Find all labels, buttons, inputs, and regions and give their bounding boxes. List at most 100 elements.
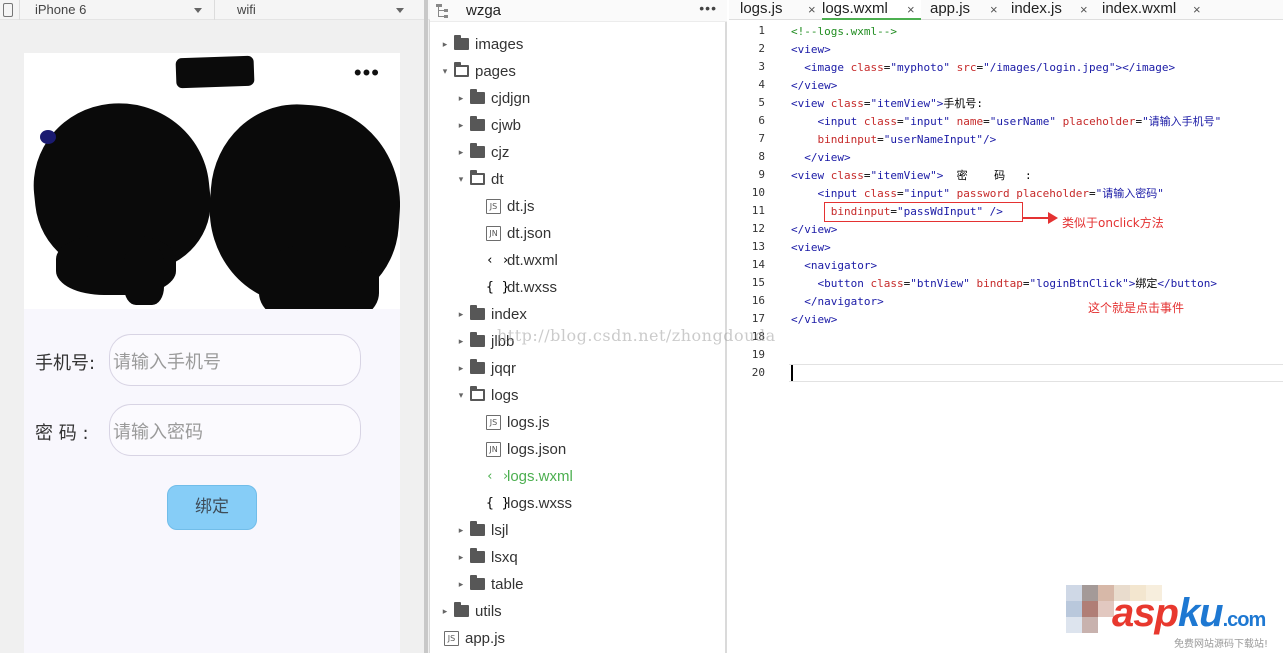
redacted-shape	[124, 245, 164, 305]
bind-button[interactable]: 绑定	[167, 485, 257, 530]
device-icon[interactable]	[3, 3, 13, 17]
code-token: </view>	[791, 79, 838, 92]
tree-file-dt-wxml[interactable]: ‹ › dt.wxml	[474, 247, 727, 274]
close-icon[interactable]: ×	[990, 1, 998, 18]
tab-app-js[interactable]: app.js ×	[930, 0, 1004, 20]
tab-index-wxml[interactable]: index.wxml ×	[1102, 0, 1207, 20]
phone-input[interactable]: 请输入手机号	[109, 334, 361, 386]
close-icon[interactable]: ×	[1193, 1, 1201, 18]
tree-item-label: lsjl	[491, 522, 509, 539]
chevron-right-icon[interactable]: ▸	[456, 328, 466, 355]
tree-folder-jqqr[interactable]: ▸ jqqr	[458, 355, 727, 382]
more-icon[interactable]: •••	[354, 62, 380, 84]
code-token: <button	[791, 277, 871, 290]
tree-item-label: dt.wxss	[507, 279, 558, 296]
chevron-right-icon[interactable]: ▸	[456, 571, 466, 598]
code-token: =	[863, 169, 871, 182]
code-line: </navigator>	[791, 294, 883, 310]
code-token: "itemView"	[870, 169, 937, 182]
code-line: </view>	[791, 78, 837, 94]
simulator-scrollbar[interactable]	[424, 0, 428, 653]
tree-folder-pages[interactable]: ▾ pages	[442, 58, 727, 85]
line-number: 20	[751, 366, 765, 379]
chevron-down-icon[interactable]: ▾	[456, 166, 466, 193]
folder-open-icon	[470, 386, 485, 401]
code-token: =	[983, 115, 990, 128]
code-token: />	[983, 133, 997, 146]
password-input[interactable]: 请输入密码	[109, 404, 361, 456]
tab-logs-js[interactable]: logs.js ×	[740, 0, 822, 20]
chevron-right-icon[interactable]: ▸	[440, 598, 450, 625]
close-icon[interactable]: ×	[1080, 1, 1088, 18]
tree-item-label: dt.wxml	[507, 252, 558, 269]
line-number: 5	[758, 96, 765, 109]
device-select[interactable]: iPhone 6	[35, 2, 86, 17]
js-file-icon: JS	[486, 199, 501, 214]
tree-folder-cjwb[interactable]: ▸ cjwb	[458, 112, 727, 139]
tree-folder-images[interactable]: ▸ images	[442, 31, 727, 58]
tab-logs-wxml[interactable]: logs.wxml ×	[822, 0, 921, 20]
js-file-icon: JS	[486, 415, 501, 430]
tree-file-logs-json[interactable]: JN logs.json	[474, 436, 727, 463]
code-token: 密 码 :	[943, 169, 1032, 182]
js-file-icon: JS	[444, 631, 459, 646]
tree-folder-logs[interactable]: ▾ logs	[458, 382, 727, 409]
line-number: 2	[758, 42, 765, 55]
tree-item-label: logs.json	[507, 441, 567, 458]
tree-file-dt-wxss[interactable]: { } dt.wxss	[474, 274, 727, 301]
code-line: <view>	[791, 42, 831, 58]
code-line: <view class="itemView">手机号:	[791, 96, 983, 112]
chevron-down-icon[interactable]: ▾	[440, 58, 450, 85]
chevron-right-icon[interactable]: ▸	[456, 301, 466, 328]
project-name: wzga	[466, 2, 502, 19]
tree-item-label: dt	[491, 171, 504, 188]
code-line: <!--logs.wxml-->	[791, 24, 897, 40]
redacted-title	[175, 55, 255, 89]
hierarchy-icon[interactable]	[436, 4, 448, 18]
tree-item-label: utils	[475, 603, 502, 620]
folder-open-icon	[454, 62, 469, 77]
simulator-pane: iPhone 6 wifi ••• 手机号: 请输入手机号 密 码 : 请输入密…	[0, 0, 430, 653]
chevron-right-icon[interactable]: ▸	[456, 517, 466, 544]
caret-down-icon[interactable]	[396, 8, 404, 13]
code-token: <input	[791, 115, 864, 128]
code-token: class	[830, 169, 864, 182]
tree-file-logs-wxml[interactable]: ‹ › logs.wxml	[474, 463, 727, 490]
code-line: <image class="myphoto" src="/images/logi…	[791, 60, 1175, 76]
network-select[interactable]: wifi	[237, 2, 256, 17]
caret-down-icon[interactable]	[194, 8, 202, 13]
tree-file-logs-wxss[interactable]: { } logs.wxss	[474, 490, 727, 517]
tree-folder-index[interactable]: ▸ index	[458, 301, 727, 328]
chevron-down-icon[interactable]: ▾	[456, 382, 466, 409]
chevron-right-icon[interactable]: ▸	[456, 544, 466, 571]
folder-icon	[470, 89, 485, 104]
chevron-right-icon[interactable]: ▸	[456, 85, 466, 112]
code-line: <view>	[791, 240, 831, 256]
tree-file-logs-js[interactable]: JS logs.js	[474, 409, 727, 436]
chevron-right-icon[interactable]: ▸	[456, 112, 466, 139]
close-icon[interactable]: ×	[907, 1, 915, 18]
chevron-right-icon[interactable]: ▸	[440, 31, 450, 58]
tab-index-js[interactable]: index.js ×	[1011, 0, 1094, 20]
tree-folder-cjdjgn[interactable]: ▸ cjdjgn	[458, 85, 727, 112]
tree-folder-table[interactable]: ▸ table	[458, 571, 727, 598]
tree-folder-utils[interactable]: ▸ utils	[442, 598, 727, 625]
tree-file-dt-js[interactable]: JS dt.js	[474, 193, 727, 220]
simulator-toolbar: iPhone 6 wifi	[0, 0, 430, 20]
editor-tabs: logs.js × logs.wxml × app.js × index.js × index.…	[729, 0, 1283, 20]
password-row: 密 码 : 请输入密码	[24, 404, 400, 456]
line-number: 16	[751, 294, 765, 307]
code-token: "userName"	[989, 115, 1056, 128]
tree-file-dt-json[interactable]: JN dt.json	[474, 220, 727, 247]
tree-file-app-js[interactable]: JS app.js	[442, 625, 727, 652]
chevron-right-icon[interactable]: ▸	[456, 139, 466, 166]
code-token: <navigator>	[791, 259, 878, 272]
close-icon[interactable]: ×	[808, 1, 816, 18]
more-icon[interactable]: •••	[699, 0, 717, 16]
tree-folder-dt[interactable]: ▾ dt	[458, 166, 727, 193]
tree-folder-lsxq[interactable]: ▸ lsxq	[458, 544, 727, 571]
tree-folder-cjz[interactable]: ▸ cjz	[458, 139, 727, 166]
code-token: "input"	[903, 115, 950, 128]
tree-folder-lsjl[interactable]: ▸ lsjl	[458, 517, 727, 544]
chevron-right-icon[interactable]: ▸	[456, 355, 466, 382]
